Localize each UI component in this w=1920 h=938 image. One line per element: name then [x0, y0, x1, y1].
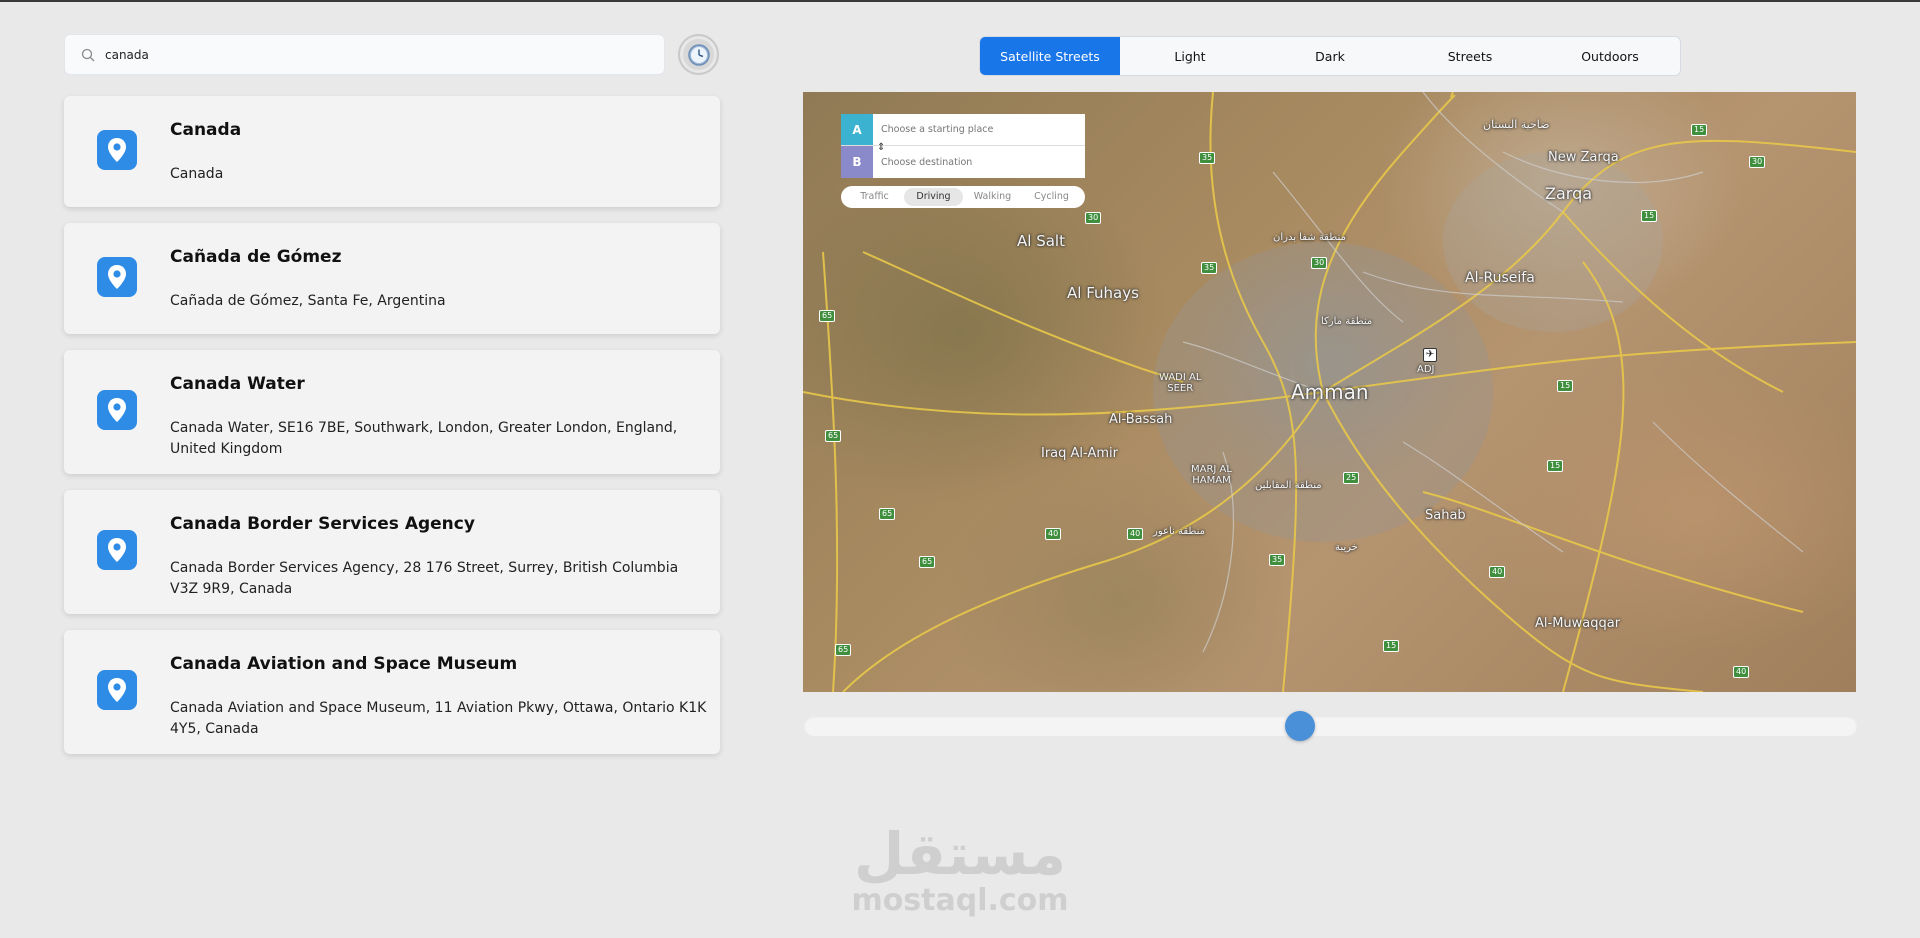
result-item[interactable]: Canada Water Canada Water, SE16 7BE, Sou…	[64, 350, 720, 474]
route-shield: 35	[1269, 554, 1286, 566]
route-shield: 65	[835, 644, 852, 656]
result-name: Cañada de Gómez	[170, 247, 342, 267]
map-label-marj-al-hamam: MARJ AL HAMAM	[1191, 464, 1232, 486]
route-shield: 40	[1127, 528, 1144, 540]
map-pin-icon	[108, 678, 126, 702]
map-label-arabic: منطقة شفا بدران	[1273, 232, 1346, 243]
map-label-wadi-al-seer: WADI AL SEER	[1159, 372, 1202, 394]
result-address: Canada Aviation and Space Museum, 11 Avi…	[170, 700, 707, 737]
map-label-zarqa: Zarqa	[1545, 184, 1593, 203]
route-shield: 15	[1557, 380, 1574, 392]
map-pin-icon	[108, 398, 126, 422]
search-results: Canada Canada Cañada de Gómez Cañada de …	[64, 96, 720, 770]
map-label-arabic: منطقة ماركا	[1321, 316, 1373, 327]
map-label-al-fuhays: Al Fuhays	[1067, 284, 1139, 302]
route-shield: 40	[1489, 566, 1506, 578]
destination-input[interactable]	[873, 146, 1073, 178]
clock-icon	[687, 43, 710, 66]
search-input[interactable]	[105, 47, 625, 62]
map-pin-icon	[108, 265, 126, 289]
map-label-arabic: ضاحية البستان	[1483, 118, 1550, 131]
slider-track[interactable]	[804, 711, 1857, 741]
route-shield: 15	[1547, 460, 1564, 472]
result-name: Canada	[170, 120, 242, 140]
result-item[interactable]: Canada Canada	[64, 96, 720, 207]
map-label-al-salt: Al Salt	[1017, 232, 1065, 250]
map-canvas[interactable]: Amman Zarqa New Zarqa Al Salt Al Fuhays …	[803, 92, 1856, 692]
watermark-arabic: مستقل	[853, 820, 1067, 888]
watermark-latin: mostaql.com	[851, 883, 1069, 918]
result-address: Cañada de Gómez, Santa Fe, Argentina	[170, 293, 446, 309]
search-bar	[64, 34, 665, 75]
route-shield: 30	[1749, 156, 1766, 168]
map-label-al-bassah: Al-Bassah	[1109, 412, 1173, 427]
map-label-al-ruseifa: Al-Ruseifa	[1465, 270, 1535, 286]
history-button[interactable]	[678, 34, 719, 75]
route-shield: 30	[1085, 212, 1102, 224]
directions-panel: A B ⇕ Traffic Driving Walking Cycling	[841, 114, 1085, 208]
map-pin-icon	[108, 138, 126, 162]
map-style-tabs: Satellite Streets Light Dark Streets Out…	[979, 36, 1681, 76]
search-icon	[81, 48, 95, 61]
route-shield: 35	[1201, 262, 1218, 274]
map-label-amman: Amman	[1291, 380, 1369, 404]
tab-light[interactable]: Light	[1120, 37, 1260, 75]
profile-driving[interactable]: Driving	[904, 188, 963, 206]
route-shield: 40	[1045, 528, 1062, 540]
destination-marker: B	[841, 146, 873, 178]
result-item[interactable]: Canada Border Services Agency Canada Bor…	[64, 490, 720, 614]
route-shield: 65	[819, 310, 836, 322]
map-pin-icon	[108, 538, 126, 562]
route-shield: 25	[1343, 472, 1360, 484]
origin-marker: A	[841, 114, 873, 145]
map-label-iraq-al-amir: Iraq Al-Amir	[1041, 446, 1118, 461]
map-label-arabic: منطقة ناعور	[1153, 526, 1205, 537]
route-shield: 30	[1311, 257, 1328, 269]
profile-walking[interactable]: Walking	[963, 188, 1022, 206]
route-shield: 65	[879, 508, 896, 520]
tab-satellite-streets[interactable]: Satellite Streets	[980, 37, 1120, 75]
origin-input[interactable]	[873, 114, 1073, 145]
watermark: مستقل mostaql.com	[830, 822, 1090, 916]
result-item[interactable]: Cañada de Gómez Cañada de Gómez, Santa F…	[64, 223, 720, 334]
pin-icon-box	[97, 130, 137, 170]
result-name: Canada Water	[170, 374, 305, 394]
result-name: Canada Aviation and Space Museum	[170, 654, 518, 674]
route-shield: 35	[1199, 152, 1216, 164]
map-label-arabic: خريبة	[1335, 542, 1358, 553]
map-label-arabic: منطقة المقابلين	[1255, 480, 1322, 491]
tab-streets[interactable]: Streets	[1400, 37, 1540, 75]
map-label-sahab: Sahab	[1425, 508, 1466, 523]
pin-icon-box	[97, 257, 137, 297]
map-label-adj: ADJ	[1417, 364, 1435, 375]
route-shield: 15	[1641, 210, 1658, 222]
result-address: Canada	[170, 166, 224, 182]
airport-icon: ✈	[1423, 348, 1437, 362]
route-profiles: Traffic Driving Walking Cycling	[841, 186, 1085, 208]
tab-dark[interactable]: Dark	[1260, 37, 1400, 75]
slider-thumb[interactable]	[1284, 711, 1315, 741]
swap-icon[interactable]: ⇕	[877, 142, 885, 153]
route-shield: 65	[825, 430, 842, 442]
result-item[interactable]: Canada Aviation and Space Museum Canada …	[64, 630, 720, 754]
map-label-al-muwaqqar: Al-Muwaqqar	[1535, 616, 1621, 631]
result-address: Canada Border Services Agency, 28 176 St…	[170, 560, 679, 597]
result-name: Canada Border Services Agency	[170, 514, 475, 534]
result-address: Canada Water, SE16 7BE, Southwark, Londo…	[170, 420, 678, 457]
pin-icon-box	[97, 390, 137, 430]
route-shield: 40	[1733, 666, 1750, 678]
map-label-new-zarqa: New Zarqa	[1548, 150, 1619, 165]
route-shield: 15	[1383, 640, 1400, 652]
profile-cycling[interactable]: Cycling	[1022, 188, 1081, 206]
route-shield: 15	[1691, 124, 1708, 136]
route-shield: 65	[919, 556, 936, 568]
tab-outdoors[interactable]: Outdoors	[1540, 37, 1680, 75]
pin-icon-box	[97, 530, 137, 570]
profile-traffic[interactable]: Traffic	[845, 188, 904, 206]
pin-icon-box	[97, 670, 137, 710]
